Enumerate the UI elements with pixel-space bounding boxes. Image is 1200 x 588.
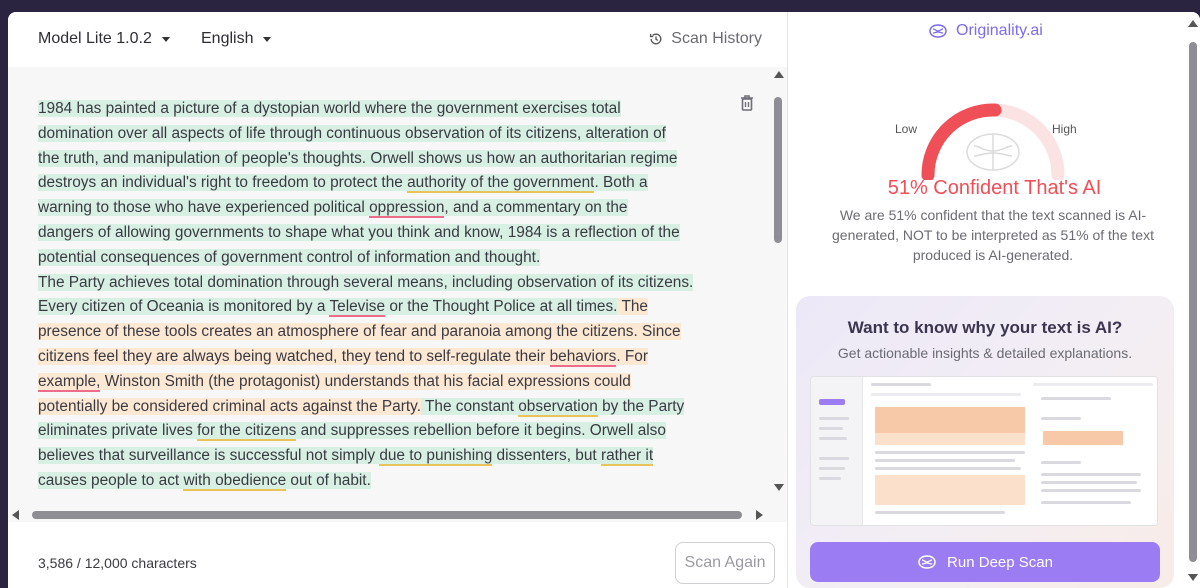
text-segment: and suppresses rebellion before it begin… <box>296 422 586 440</box>
horizontal-scrollbar[interactable] <box>8 507 770 522</box>
scroll-down-icon[interactable] <box>1188 574 1198 581</box>
text-segment: potentially be considered criminal acts … <box>38 397 421 415</box>
text-segment: warning to those who have experienced po… <box>38 199 370 217</box>
results-scrollbar[interactable] <box>1184 12 1200 588</box>
text-segment: or the Thought Police at all times. <box>385 298 618 316</box>
confidence-description: We are 51% confident that the text scann… <box>832 207 1154 263</box>
model-dropdown[interactable]: Model Lite 1.0.2 <box>38 30 170 48</box>
text-segment: The Party achieves total domination thro… <box>38 273 694 291</box>
app-window: Model Lite 1.0.2 English Scan History 19… <box>8 12 1200 588</box>
scroll-up-icon[interactable] <box>1188 20 1198 27</box>
brain-icon <box>918 555 936 569</box>
flagged-phrase[interactable]: rather it <box>600 447 654 467</box>
text-segment: by the Party <box>597 397 685 415</box>
editor-panel: Model Lite 1.0.2 English Scan History 19… <box>8 12 787 588</box>
run-deep-scan-button[interactable]: Run Deep Scan <box>810 542 1160 582</box>
text-segment: Winston Smith (the protagonist) understa… <box>100 372 631 390</box>
text-segment: . Both a <box>594 174 648 192</box>
scroll-up-icon[interactable] <box>774 71 784 78</box>
text-segment: eliminates private lives <box>38 422 198 440</box>
scanned-text[interactable]: 1984 has painted a picture of a dystopia… <box>38 97 728 494</box>
scroll-right-icon[interactable] <box>756 510 763 520</box>
scrollbar-thumb[interactable] <box>32 511 742 519</box>
deep-scan-subtitle: Get actionable insights & detailed expla… <box>837 345 1133 361</box>
scan-history-button[interactable]: Scan History <box>649 30 762 48</box>
flagged-phrase[interactable]: example, <box>38 372 101 392</box>
results-panel: Originality.ai Low High 51% Confident Th… <box>787 12 1200 588</box>
flagged-phrase[interactable]: behaviors <box>549 347 617 367</box>
character-count: 3,586 / 12,000 characters <box>38 555 197 571</box>
text-segment: destroys an individual's right to freedo… <box>38 174 408 192</box>
trash-icon[interactable] <box>739 94 755 112</box>
language-dropdown[interactable]: English <box>201 30 272 48</box>
run-deep-scan-label: Run Deep Scan <box>947 553 1053 571</box>
flagged-phrase[interactable]: Televise <box>329 298 386 318</box>
confidence-title: 51% Confident That's AI <box>887 177 1102 199</box>
flagged-phrase[interactable]: due to punishing <box>379 447 493 467</box>
deep-scan-preview-image <box>810 376 1158 526</box>
text-segment: Orwell also <box>585 422 666 440</box>
text-segment: dangers of allowing governments to shape… <box>38 223 680 241</box>
text-segment: The <box>617 298 648 316</box>
text-segment: causes people to act <box>38 471 184 489</box>
text-editor[interactable]: 1984 has painted a picture of a dystopia… <box>8 67 787 522</box>
scrollbar-thumb[interactable] <box>774 97 782 243</box>
scan-again-button[interactable]: Scan Again <box>675 542 775 584</box>
text-segment: dissenters, but <box>492 447 601 465</box>
text-segment: potential consequences of government con… <box>38 248 541 266</box>
text-segment: The constant <box>420 397 519 415</box>
scrollbar-thumb[interactable] <box>1189 42 1197 562</box>
chevron-down-icon <box>161 36 170 42</box>
flagged-phrase[interactable]: oppression <box>369 199 445 219</box>
history-icon <box>650 33 662 45</box>
brain-icon <box>966 133 1020 171</box>
gauge-low-label: Low <box>895 122 918 136</box>
text-segment: 1984 has painted a picture of a dystopia… <box>38 100 621 117</box>
text-segment: , and a commentary on the <box>444 199 628 217</box>
flagged-phrase[interactable]: authority of the government <box>407 174 595 194</box>
text-segment: citizens feel they are always being watc… <box>38 347 550 365</box>
model-dropdown-label: Model Lite 1.0.2 <box>38 30 152 47</box>
gauge-fill <box>921 103 1002 180</box>
text-segment: domination over all aspects of life thro… <box>38 124 666 142</box>
text-segment: believes that surveillance is successful… <box>38 447 380 465</box>
text-segment: the truth, and manipulation of people's … <box>38 149 678 167</box>
flagged-phrase[interactable]: with obedience <box>183 471 287 491</box>
scroll-left-icon[interactable] <box>12 510 19 520</box>
scroll-down-icon[interactable] <box>774 484 784 491</box>
vertical-scrollbar[interactable] <box>770 67 787 507</box>
chevron-down-icon <box>263 36 272 42</box>
deep-scan-title: Want to know why your text is AI? <box>847 318 1123 337</box>
brain-logo-icon <box>929 24 947 38</box>
brand: Originality.ai <box>928 22 1043 40</box>
text-segment: . For <box>616 347 648 365</box>
flagged-phrase[interactable]: for the citizens <box>197 422 297 442</box>
text-segment: Every citizen of Oceania is monitored by… <box>38 298 330 316</box>
flagged-phrase[interactable]: observation <box>518 397 598 417</box>
brand-name: Originality.ai <box>956 22 1043 39</box>
language-dropdown-label: English <box>201 30 254 47</box>
text-segment: presence of these tools creates an atmos… <box>38 323 681 341</box>
window-top-bar <box>0 0 1200 12</box>
confidence-gauge <box>921 103 1065 180</box>
text-segment: out of habit. <box>286 471 371 489</box>
scan-history-label: Scan History <box>671 30 762 47</box>
editor-toolbar: Model Lite 1.0.2 English Scan History <box>8 12 787 67</box>
deep-scan-card: Want to know why your text is AI? Get ac… <box>796 296 1174 588</box>
